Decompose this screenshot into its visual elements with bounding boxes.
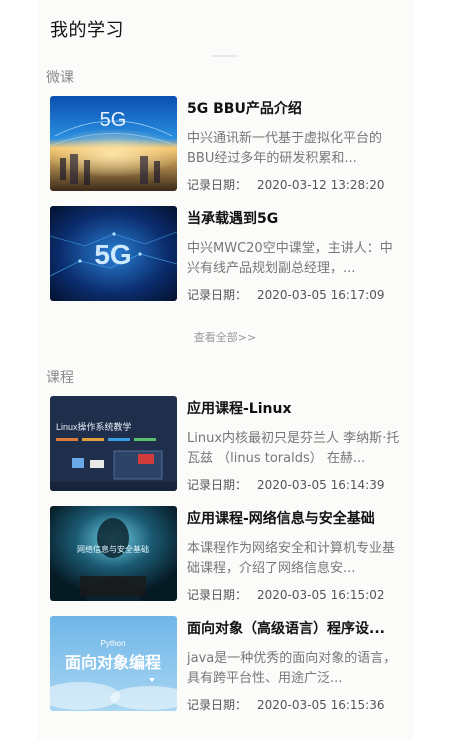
record-date: 记录日期： 2020-03-05 16:17:09 <box>187 286 384 303</box>
course-title: 5G BBU产品介绍 <box>187 101 302 117</box>
record-date-label: 记录日期： <box>187 698 248 712</box>
record-date-value: 2020-03-05 16:15:02 <box>257 588 385 602</box>
view-all-link[interactable]: 查看全部>> <box>0 329 450 345</box>
section-title-courses: 课程 <box>46 370 74 386</box>
course-description: 中兴MWC20空中课堂，主讲人：中兴有线产品规划副总经理，... <box>187 241 393 276</box>
course-title: 应用课程-网络信息与安全基础 <box>187 511 375 527</box>
course-description: 本课程作为网络安全和计算机专业基础课程，介绍了网络信息安... <box>187 541 396 576</box>
course-card-network-security[interactable]: 网络信息与安全基础 应用课程-网络信息与安全基础 本课程作为网络安全和计算机专业… <box>50 506 405 602</box>
my-learning-page: 我的学习 微课 5G 5G BBU产品介绍 中兴通讯新一代基于虚拟化平台的BBU… <box>0 0 450 740</box>
thumb-text: 网络信息与安全基础 <box>77 544 149 554</box>
course-card-5g-bbu[interactable]: 5G 5G BBU产品介绍 中兴通讯新一代基于虚拟化平台的BBU经过多年的研发积… <box>50 96 405 192</box>
course-card-linux[interactable]: Linux操作系统教学 应用课程-Linux Linux内核最初只是芬兰人 李纳… <box>50 396 405 492</box>
record-date-value: 2020-03-12 13:28:20 <box>257 178 385 192</box>
thumbnail-oop: Python 面向对象编程 <box>50 616 177 711</box>
record-date-label: 记录日期： <box>187 588 248 602</box>
course-card-oop[interactable]: Python 面向对象编程 面向对象（高级语言）程序设... java是一种优秀… <box>50 616 405 712</box>
thumb-text: 面向对象编程 <box>65 653 161 672</box>
thumbnail-5g-city: 5G <box>50 96 177 191</box>
course-title: 应用课程-Linux <box>187 401 292 417</box>
course-description: java是一种优秀的面向对象的语言，具有跨平台性、用途广泛... <box>187 651 397 686</box>
course-description: Linux内核最初只是芬兰人 李纳斯·托瓦兹 （linus toralds） 在… <box>187 431 400 466</box>
record-date: 记录日期： 2020-03-12 13:28:20 <box>187 176 384 193</box>
thumb-text: 5G <box>100 109 127 131</box>
record-date-label: 记录日期： <box>187 478 248 492</box>
record-date: 记录日期： 2020-03-05 16:15:02 <box>187 586 384 603</box>
page-title: 我的学习 <box>50 20 124 41</box>
thumbnail-5g-network: 5G <box>50 206 177 301</box>
thumb-subtext: Python <box>101 639 126 648</box>
record-date-value: 2020-03-05 16:17:09 <box>257 288 385 302</box>
thumbnail-linux: Linux操作系统教学 <box>50 396 177 491</box>
record-date: 记录日期： 2020-03-05 16:15:36 <box>187 696 384 713</box>
thumbnail-network-security: 网络信息与安全基础 <box>50 506 177 601</box>
record-date-label: 记录日期： <box>187 178 248 192</box>
record-date-value: 2020-03-05 16:15:36 <box>257 698 385 712</box>
record-date-value: 2020-03-05 16:14:39 <box>257 478 385 492</box>
course-title: 当承载遇到5G <box>187 211 279 227</box>
section-title-microcourse: 微课 <box>46 70 74 86</box>
thumb-text: 5G <box>94 239 131 270</box>
course-title: 面向对象（高级语言）程序设... <box>187 621 385 637</box>
record-date: 记录日期： 2020-03-05 16:14:39 <box>187 476 384 493</box>
course-card-5g-bearer[interactable]: 5G 当承载遇到5G 中兴MWC20空中课堂，主讲人：中兴有线产品规划副总经理，… <box>50 206 405 302</box>
course-description: 中兴通讯新一代基于虚拟化平台的BBU经过多年的研发积累和... <box>187 131 383 166</box>
header-divider <box>212 55 238 57</box>
thumb-text: Linux操作系统教学 <box>56 421 132 432</box>
record-date-label: 记录日期： <box>187 288 248 302</box>
